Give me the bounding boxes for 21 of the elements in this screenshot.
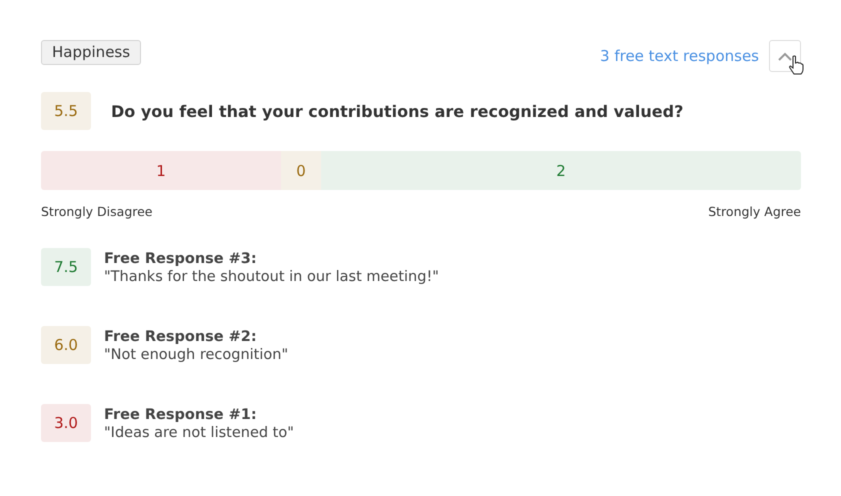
response-text: "Ideas are not listened to" xyxy=(104,425,294,441)
hand-cursor-icon xyxy=(788,55,804,75)
response-title: Free Response #2: xyxy=(104,329,258,345)
response-title: Free Response #3: xyxy=(104,251,258,267)
collapse-button[interactable] xyxy=(769,40,801,72)
score-badge: 7.5 xyxy=(41,248,91,286)
score-badge: 6.0 xyxy=(41,326,91,364)
chevron-icon xyxy=(778,52,792,60)
distribution-segment: 2 xyxy=(321,151,801,190)
category-tag: Happiness xyxy=(41,40,142,65)
response-text: "Thanks for the shoutout in our last meeting!" xyxy=(104,269,439,285)
scale-low-label: Strongly Disagree xyxy=(41,204,152,219)
distribution-segment: 1 xyxy=(41,151,281,190)
distribution-segment: 0 xyxy=(281,151,321,190)
response-text: "Not enough recognition" xyxy=(104,347,288,363)
scale-high-label: Strongly Agree xyxy=(708,204,801,219)
score-badge: 3.0 xyxy=(41,404,91,442)
responses-link[interactable]: 3 free text responses xyxy=(600,47,759,65)
score-badge: 5.5 xyxy=(41,92,91,130)
question-text: Do you feel that your contributions are recognized and valued? xyxy=(111,102,684,120)
response-title: Free Response #1: xyxy=(104,407,258,423)
